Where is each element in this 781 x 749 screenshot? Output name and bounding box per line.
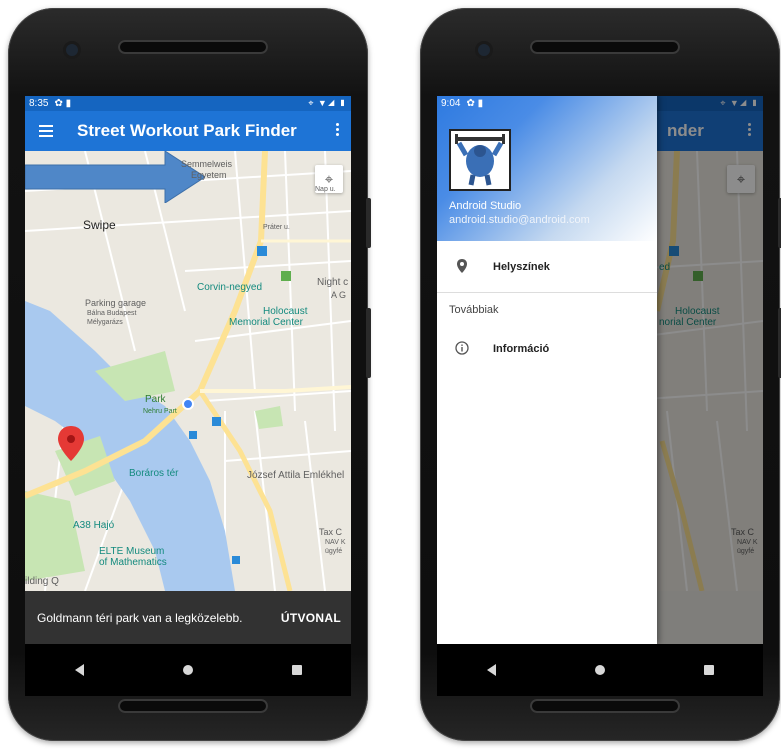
menu-icon[interactable] <box>39 122 53 140</box>
back-icon[interactable] <box>74 664 84 676</box>
map-label: Memorial Center <box>229 317 303 328</box>
map-label: Parking garage <box>85 298 147 308</box>
map-view[interactable]: ⌖ Swipe Semmelweis Egyetem Nap u. Práter… <box>25 151 351 591</box>
swipe-label: Swipe <box>83 218 116 232</box>
map-label: ügyfé <box>325 548 343 555</box>
info-icon <box>453 340 471 358</box>
user-name: Android Studio <box>449 200 522 212</box>
map-label: Holocaust <box>263 306 308 317</box>
place-icon <box>453 258 471 276</box>
notification-icons: ✿ ▮ <box>54 98 72 109</box>
map-label: Nap u. <box>315 186 336 193</box>
bottom-speaker <box>118 699 268 713</box>
section-header: Továbbiak <box>449 304 499 316</box>
bottom-speaker <box>530 699 680 713</box>
more-vert-icon[interactable] <box>336 123 339 138</box>
workout-logo-icon <box>455 134 505 186</box>
screen-left: 8:35 ✿ ▮ ⌖ ▼◢ ▮ Street Workout Park Find… <box>25 96 351 644</box>
earpiece-speaker <box>118 40 268 54</box>
map-label: Boráros tér <box>129 468 179 479</box>
map-label: Semmelweis <box>181 159 233 169</box>
map-label: Práter u. <box>263 224 290 231</box>
earpiece-speaker <box>530 40 680 54</box>
navigation-drawer: 9:04 ✿ ▮ Android Studio android.studio@a… <box>437 96 657 644</box>
status-bar: 8:35 ✿ ▮ ⌖ ▼◢ ▮ <box>25 96 351 111</box>
status-bar: 9:04 ✿ ▮ <box>437 96 657 111</box>
menu-item-label: Információ <box>493 343 550 355</box>
map-label: A38 Hajó <box>73 520 115 531</box>
nav-bar <box>437 644 763 696</box>
menu-item-label: Helyszínek <box>493 261 550 273</box>
drawer-header: 9:04 ✿ ▮ Android Studio android.studio@a… <box>437 96 657 241</box>
home-icon[interactable] <box>594 665 605 675</box>
route-button[interactable]: ÚTVONAL <box>281 611 341 625</box>
map-label: Mélygarázs <box>87 319 123 326</box>
map-label: Nehru Part <box>143 408 177 415</box>
screen-right: 9:04 ✿ ▮ ⌖ ▼◢ ▮ nder ⌖ H <box>437 96 763 644</box>
map-label: Tax C <box>319 527 343 537</box>
phone-right: 9:04 ✿ ▮ ⌖ ▼◢ ▮ nder ⌖ H <box>420 8 781 741</box>
nav-bar <box>25 644 351 696</box>
map-label: Corvin-negyed <box>197 282 263 293</box>
back-icon[interactable] <box>486 664 496 676</box>
map-label: Egyetem <box>191 170 227 180</box>
power-button <box>366 308 371 378</box>
volume-button <box>366 198 371 248</box>
divider <box>437 292 657 293</box>
status-time: 8:35 <box>29 98 49 109</box>
phone-left: 8:35 ✿ ▮ ⌖ ▼◢ ▮ Street Workout Park Find… <box>8 8 371 741</box>
map-label: ELTE Museum <box>99 546 165 557</box>
avatar[interactable] <box>449 129 511 191</box>
swipe-arrow <box>25 151 205 203</box>
app-title: Street Workout Park Finder <box>77 121 297 140</box>
user-email: android.studio@android.com <box>449 214 590 226</box>
map-label: Park <box>145 394 166 405</box>
front-camera <box>478 44 490 56</box>
front-camera <box>66 44 78 56</box>
app-bar: Street Workout Park Finder <box>25 111 351 151</box>
menu-item-locations[interactable]: Helyszínek <box>437 246 657 288</box>
recents-icon[interactable] <box>703 665 714 675</box>
map-label: Night c <box>317 277 349 288</box>
recents-icon[interactable] <box>291 665 302 675</box>
snackbar-message: Goldmann téri park van a legközelebb. <box>37 610 243 625</box>
notification-icons: ✿ ▮ <box>466 98 484 109</box>
map-label: of Mathematics <box>99 557 167 568</box>
status-time: 9:04 <box>441 98 461 109</box>
snackbar: Goldmann téri park van a legközelebb. ÚT… <box>25 591 351 644</box>
system-status-icons: ⌖ ▼◢ ▮ <box>308 98 347 108</box>
map-label: A G <box>331 290 347 300</box>
home-icon[interactable] <box>182 665 193 675</box>
map-label: József Attila Emlékhel <box>247 470 345 481</box>
menu-item-info[interactable]: Információ <box>437 328 657 370</box>
map-label: ilding Q <box>25 576 59 587</box>
